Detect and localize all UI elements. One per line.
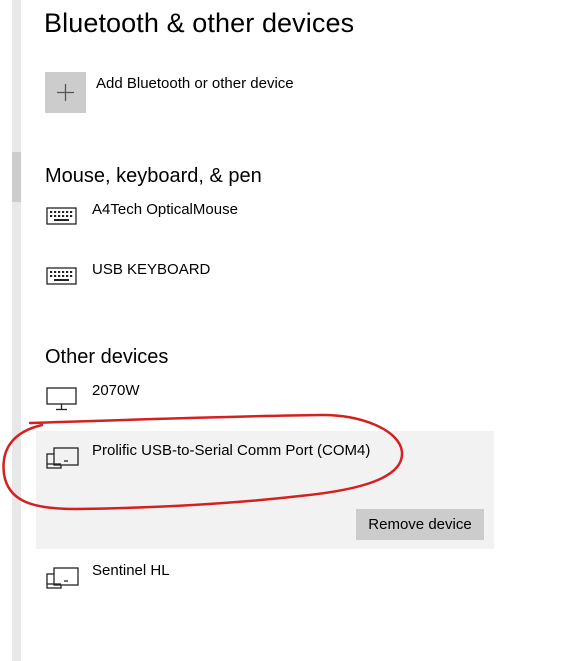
device-icon [46,447,79,469]
scrollbar-track[interactable] [12,0,21,661]
bluetooth-devices-page: Bluetooth & other devices Add Bluetooth … [0,0,567,661]
device-name: Sentinel HL [92,562,170,579]
device-item-sentinel-hl[interactable]: Sentinel HL [45,560,485,600]
add-device-button[interactable]: Add Bluetooth or other device [45,72,375,114]
section-heading-other-devices: Other devices [45,346,169,368]
device-name: A4Tech OpticalMouse [92,201,238,218]
add-device-tile[interactable] [45,72,86,113]
device-item-prolific-usb-serial[interactable]: Prolific USB-to-Serial Comm Port (COM4) [45,440,485,480]
section-heading-mouse-keyboard-pen: Mouse, keyboard, & pen [45,165,262,187]
keyboard-icon [46,267,77,285]
scrollbar-thumb[interactable] [12,152,21,202]
page-title: Bluetooth & other devices [44,8,355,38]
monitor-icon [46,387,77,411]
device-item-2070w[interactable]: 2070W [45,380,485,420]
device-icon [46,567,79,589]
keyboard-icon [46,207,77,225]
device-name: Prolific USB-to-Serial Comm Port (COM4) [92,442,371,459]
device-name: USB KEYBOARD [92,261,211,278]
device-item-usb-keyboard[interactable]: USB KEYBOARD [45,259,485,299]
plus-icon [57,84,74,101]
add-device-label: Add Bluetooth or other device [96,75,294,92]
device-item-a4tech-mouse[interactable]: A4Tech OpticalMouse [45,199,485,239]
remove-device-button[interactable]: Remove device [356,509,484,540]
device-name: 2070W [92,382,140,399]
